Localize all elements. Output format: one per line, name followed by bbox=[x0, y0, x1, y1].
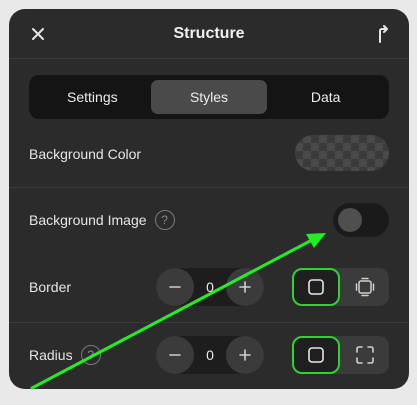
border-label-text: Border bbox=[29, 279, 72, 295]
radius-decrement-button[interactable] bbox=[156, 336, 194, 374]
close-icon bbox=[32, 28, 44, 40]
plus-icon bbox=[239, 349, 251, 361]
square-icon bbox=[308, 279, 324, 295]
radius-stepper: 0 bbox=[156, 336, 264, 374]
minus-icon bbox=[169, 286, 181, 288]
close-button[interactable] bbox=[27, 23, 49, 45]
help-icon[interactable]: ? bbox=[80, 345, 101, 365]
background-color-label: Background Color bbox=[29, 144, 141, 164]
divider bbox=[9, 187, 409, 188]
border-stepper: 0 bbox=[156, 268, 264, 306]
border-decrement-button[interactable] bbox=[156, 268, 194, 306]
border-sides-icon bbox=[355, 277, 375, 297]
tab-settings[interactable]: Settings bbox=[34, 80, 151, 114]
minus-icon bbox=[169, 354, 181, 356]
radius-all-corners-button[interactable] bbox=[292, 336, 340, 374]
background-image-label-text: Background Image bbox=[29, 212, 147, 228]
export-button[interactable] bbox=[371, 23, 393, 45]
square-icon bbox=[308, 347, 324, 363]
export-icon bbox=[379, 25, 388, 43]
radius-individual-corners-button[interactable] bbox=[341, 336, 389, 374]
divider bbox=[9, 322, 409, 323]
background-image-label: Background Image ? bbox=[29, 209, 175, 231]
panel-title: Structure bbox=[173, 25, 245, 42]
radius-increment-button[interactable] bbox=[226, 336, 264, 374]
border-mode-segmented bbox=[292, 268, 389, 306]
border-all-sides-button[interactable] bbox=[292, 268, 340, 306]
background-color-swatch[interactable] bbox=[295, 135, 389, 171]
panel-header: Structure bbox=[9, 9, 409, 59]
background-color-label-text: Background Color bbox=[29, 146, 142, 162]
border-label: Border bbox=[29, 277, 71, 297]
border-value[interactable]: 0 bbox=[194, 268, 226, 306]
tab-data[interactable]: Data bbox=[267, 80, 384, 114]
radius-value[interactable]: 0 bbox=[194, 336, 226, 374]
border-increment-button[interactable] bbox=[226, 268, 264, 306]
border-individual-sides-button[interactable] bbox=[341, 268, 389, 306]
corners-icon bbox=[356, 346, 374, 364]
toggle-knob bbox=[338, 208, 362, 232]
tab-bar: Settings Styles Data bbox=[29, 75, 389, 119]
plus-icon bbox=[239, 281, 251, 293]
help-icon[interactable]: ? bbox=[154, 210, 175, 230]
radius-label-text: Radius bbox=[29, 347, 73, 363]
radius-label: Radius ? bbox=[29, 344, 101, 366]
radius-mode-segmented bbox=[292, 336, 389, 374]
background-image-toggle[interactable] bbox=[333, 203, 389, 237]
structure-panel: Structure Settings Styles Data Backgroun… bbox=[9, 9, 409, 389]
tab-styles[interactable]: Styles bbox=[150, 80, 268, 114]
